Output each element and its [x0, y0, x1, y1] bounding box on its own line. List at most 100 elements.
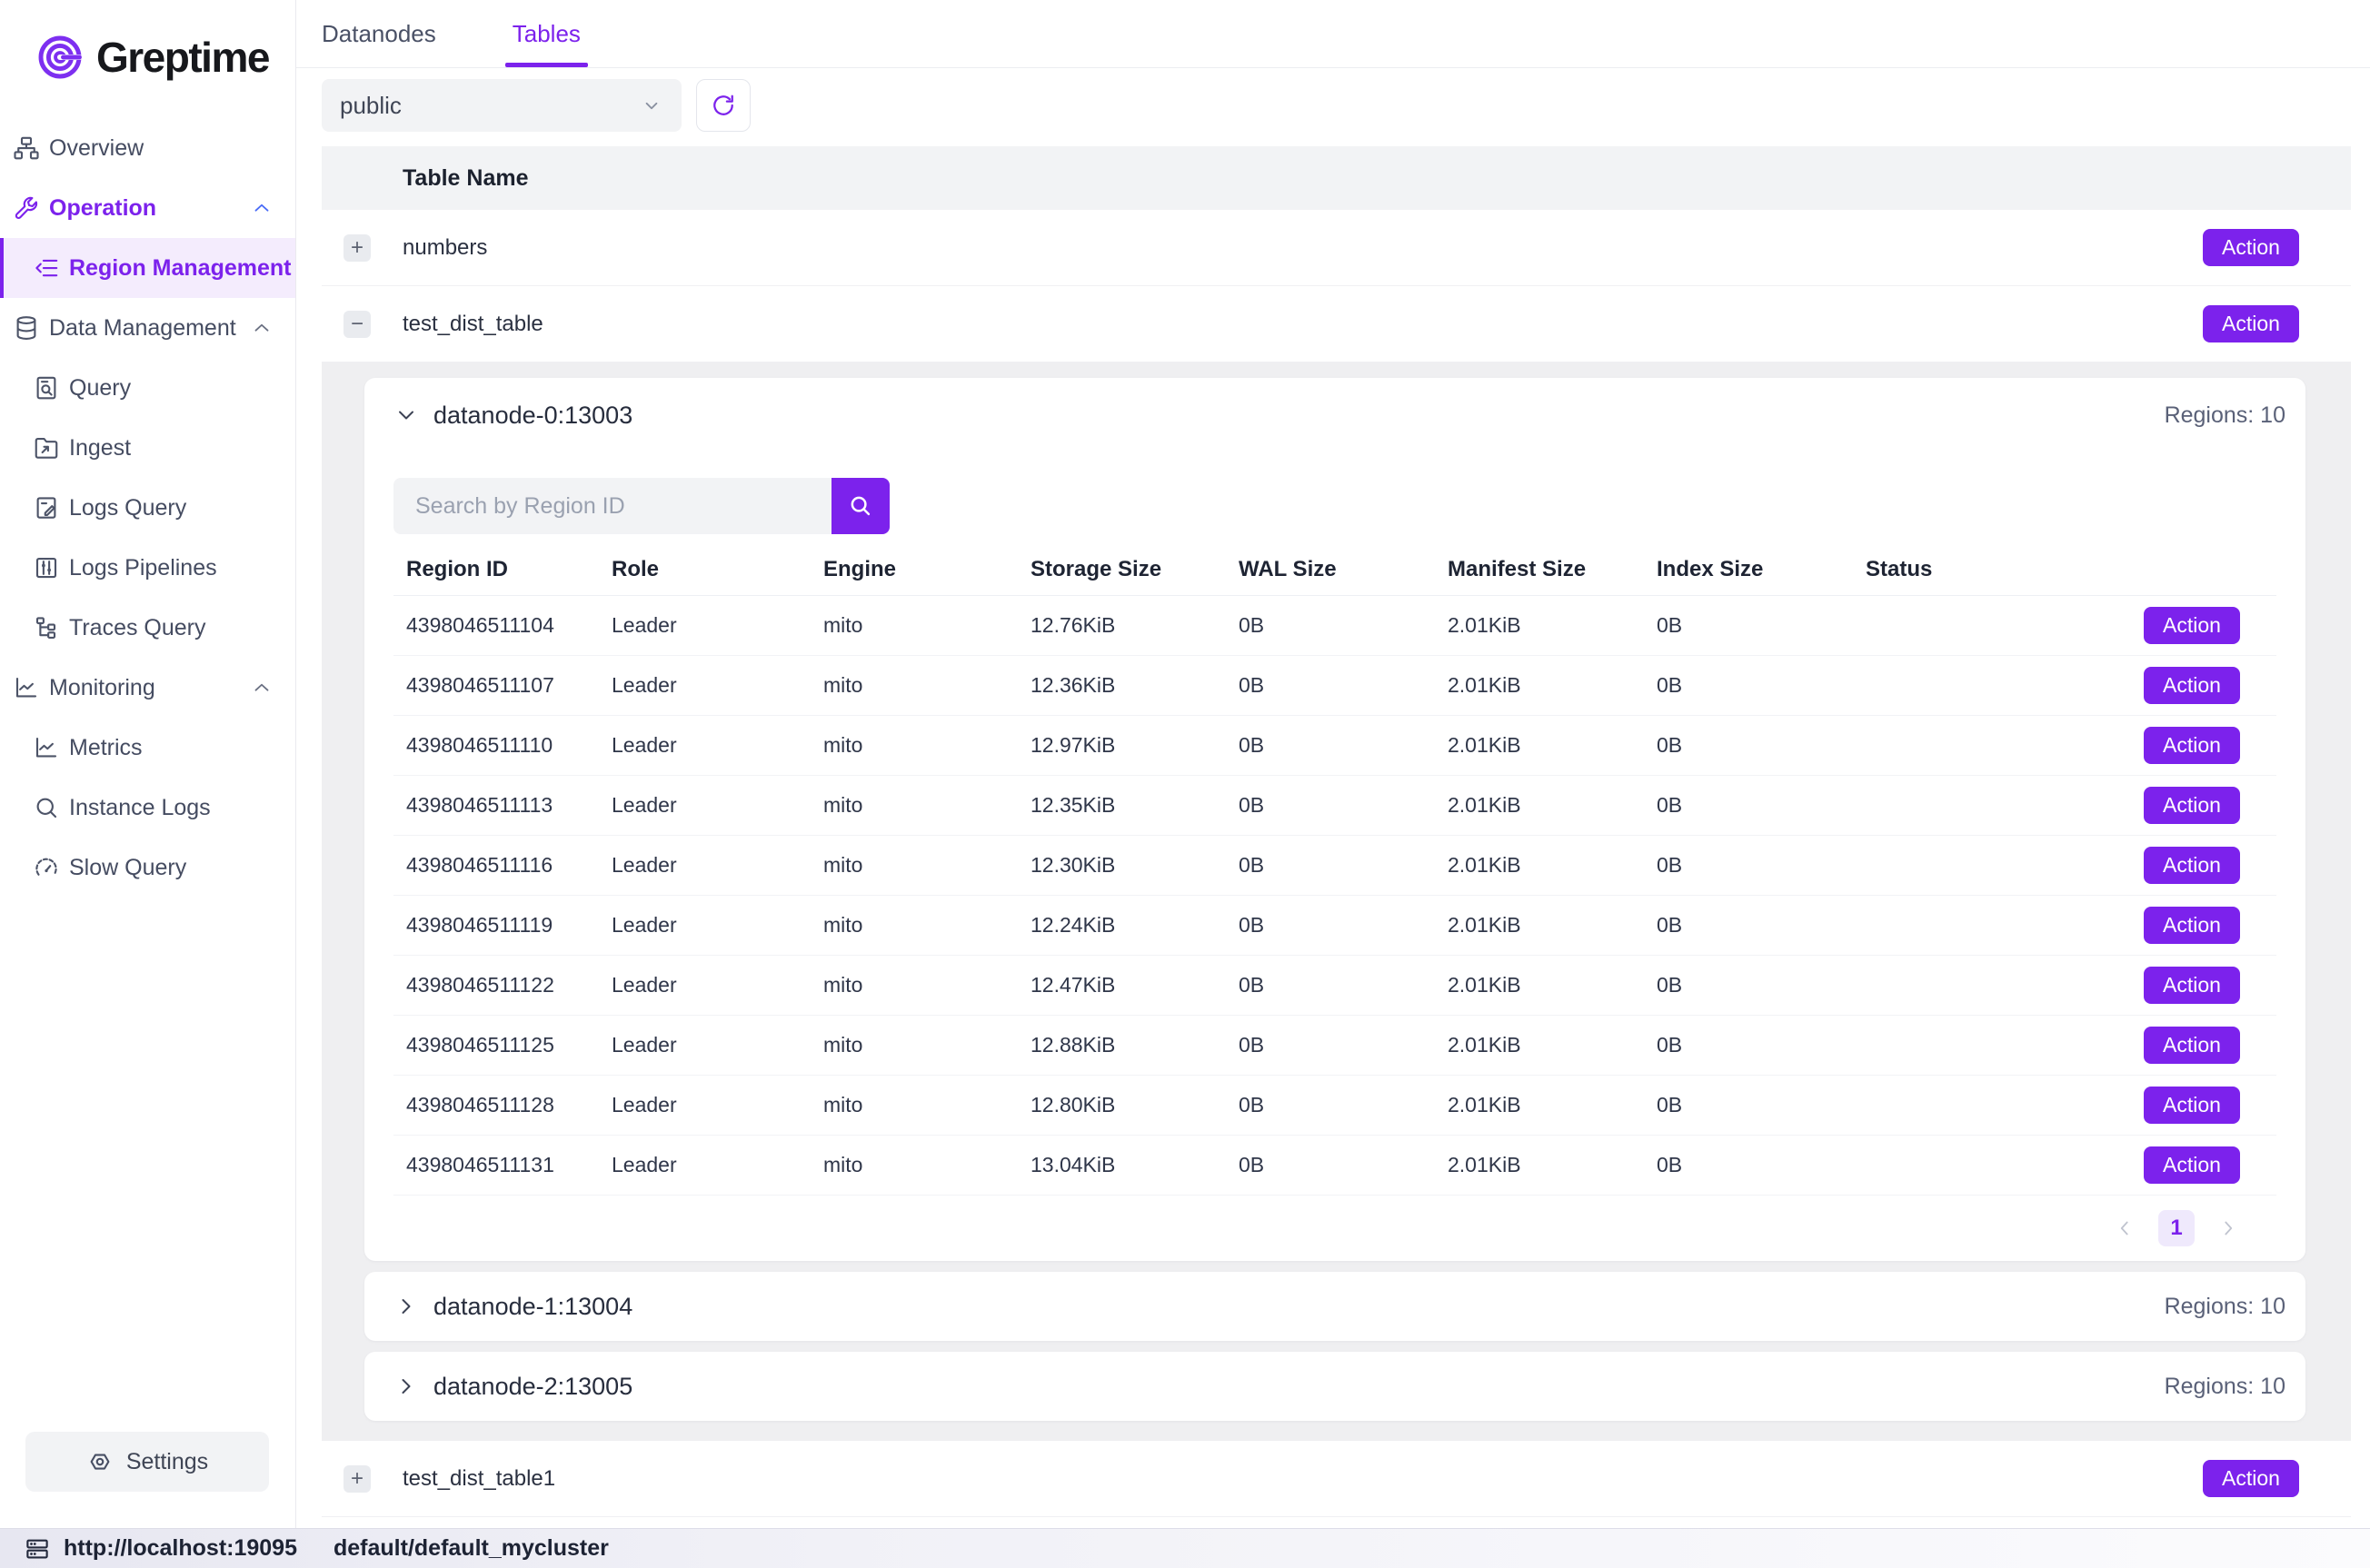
- action-button[interactable]: Action: [2203, 229, 2299, 266]
- sidebar-item-label: Operation: [49, 195, 156, 222]
- manifest-size-cell: 2.01KiB: [1448, 733, 1657, 758]
- region-action-button[interactable]: Action: [2144, 907, 2240, 944]
- manifest-size-cell: 2.01KiB: [1448, 613, 1657, 638]
- chevron-up-icon[interactable]: [250, 196, 274, 220]
- chevron-right-icon[interactable]: [393, 1374, 419, 1399]
- schema-select-value: public: [340, 92, 402, 120]
- index-size-cell: 0B: [1657, 733, 1866, 758]
- sidebar-item-slow-query[interactable]: Slow Query: [0, 838, 295, 898]
- region-action-button[interactable]: Action: [2144, 787, 2240, 824]
- region-id-cell: 4398046511122: [406, 973, 612, 997]
- region-action-button[interactable]: Action: [2144, 667, 2240, 704]
- column-header-table-name: Table Name: [403, 165, 528, 192]
- sidebar-item-query[interactable]: Query: [0, 358, 295, 418]
- datanode-1-header[interactable]: datanode-1:13004 Regions: 10: [364, 1272, 2305, 1341]
- datanode-title: datanode-0:13003: [433, 402, 632, 430]
- chevron-right-icon[interactable]: [393, 1294, 419, 1319]
- role-cell: Leader: [612, 853, 823, 878]
- column-header-engine: Engine: [823, 557, 1031, 582]
- datanode-0-header[interactable]: datanode-0:13003 Regions: 10: [364, 378, 2305, 452]
- sidebar-item-instance-logs[interactable]: Instance Logs: [0, 778, 295, 838]
- sidebar-item-region-management[interactable]: Region Management: [0, 238, 295, 298]
- prev-page-button[interactable]: [2113, 1216, 2136, 1240]
- region-action-button[interactable]: Action: [2144, 1087, 2240, 1124]
- sidebar-item-label: Metrics: [69, 735, 143, 761]
- region-action-button[interactable]: Action: [2144, 607, 2240, 644]
- refresh-icon: [709, 91, 738, 120]
- cluster-name: default/default_mycluster: [334, 1535, 609, 1562]
- datanode-title: datanode-2:13005: [433, 1373, 632, 1401]
- tab-datanodes[interactable]: Datanodes: [322, 0, 436, 67]
- tab-tables[interactable]: Tables: [513, 0, 581, 67]
- action-button[interactable]: Action: [2203, 305, 2299, 342]
- region-row: 4398046511116Leadermito12.30KiB0B2.01KiB…: [393, 836, 2276, 896]
- region-row: 4398046511104Leadermito12.76KiB0B2.01KiB…: [393, 596, 2276, 656]
- sidebar-item-label: Logs Query: [69, 495, 186, 521]
- datanode-2-header[interactable]: datanode-2:13005 Regions: 10: [364, 1352, 2305, 1421]
- sidebar-item-label: Slow Query: [69, 855, 186, 881]
- sidebar-item-overview[interactable]: Overview: [0, 118, 295, 178]
- region-row: 4398046511122Leadermito12.47KiB0B2.01KiB…: [393, 956, 2276, 1016]
- tables-list-header: Table Name: [322, 146, 2351, 210]
- sidebar-item-monitoring[interactable]: Monitoring: [0, 658, 295, 718]
- region-action-button[interactable]: Action: [2144, 847, 2240, 884]
- region-action-button[interactable]: Action: [2144, 1027, 2240, 1064]
- datanode-2-card: datanode-2:13005 Regions: 10: [364, 1352, 2305, 1421]
- role-cell: Leader: [612, 733, 823, 758]
- region-search-input[interactable]: [393, 478, 831, 534]
- column-header-storage-size: Storage Size: [1031, 557, 1239, 582]
- sidebar-item-traces-query[interactable]: Traces Query: [0, 598, 295, 658]
- region-search-button[interactable]: [831, 478, 890, 534]
- manifest-size-cell: 2.01KiB: [1448, 1033, 1657, 1057]
- region-action-button[interactable]: Action: [2144, 1146, 2240, 1184]
- greptime-logo: Greptime: [0, 0, 295, 105]
- manifest-size-cell: 2.01KiB: [1448, 673, 1657, 698]
- region-action-button[interactable]: Action: [2144, 967, 2240, 1004]
- schema-select[interactable]: public: [322, 79, 682, 132]
- expand-row-button[interactable]: +: [344, 1465, 371, 1493]
- gear-icon: [86, 1448, 114, 1475]
- region-action-button[interactable]: Action: [2144, 727, 2240, 764]
- chevron-up-icon[interactable]: [250, 316, 274, 340]
- index-size-cell: 0B: [1657, 1153, 1866, 1177]
- region-row: 4398046511128Leadermito12.80KiB0B2.01KiB…: [393, 1076, 2276, 1136]
- role-cell: Leader: [612, 793, 823, 818]
- region-row: 4398046511131Leadermito13.04KiB0B2.01KiB…: [393, 1136, 2276, 1196]
- sidebar-item-data-management[interactable]: Data Management: [0, 298, 295, 358]
- expand-row-button[interactable]: +: [344, 234, 371, 262]
- endpoint-url: http://localhost:19095: [64, 1535, 297, 1562]
- region-search: [393, 478, 2276, 534]
- column-header-index-size: Index Size: [1657, 557, 1866, 582]
- sidebar: Greptime Overview Operation Region Manag…: [0, 0, 296, 1528]
- tab-label: Tables: [513, 20, 581, 48]
- region-table-body: 4398046511104Leadermito12.76KiB0B2.01KiB…: [393, 596, 2276, 1196]
- refresh-button[interactable]: [696, 79, 751, 132]
- magnifier-icon: [33, 794, 60, 821]
- wrench-icon: [13, 194, 40, 222]
- engine-cell: mito: [823, 733, 1031, 758]
- sidebar-item-logs-pipelines[interactable]: Logs Pipelines: [0, 538, 295, 598]
- storage-size-cell: 12.88KiB: [1031, 1033, 1239, 1057]
- regions-count: Regions: 10: [2165, 1294, 2285, 1320]
- next-page-button[interactable]: [2216, 1216, 2240, 1240]
- sidebar-item-metrics[interactable]: Metrics: [0, 718, 295, 778]
- column-header-role: Role: [612, 557, 823, 582]
- region-table: Region IDRoleEngineStorage SizeWAL SizeM…: [393, 543, 2276, 1261]
- engine-cell: mito: [823, 613, 1031, 638]
- action-button[interactable]: Action: [2203, 1460, 2299, 1497]
- page-number-button[interactable]: 1: [2158, 1210, 2195, 1246]
- settings-button[interactable]: Settings: [25, 1432, 269, 1492]
- storage-size-cell: 12.47KiB: [1031, 973, 1239, 997]
- sidebar-item-ingest[interactable]: Ingest: [0, 418, 295, 478]
- manifest-size-cell: 2.01KiB: [1448, 1093, 1657, 1117]
- chevron-down-icon[interactable]: [393, 402, 419, 428]
- sidebar-item-label: Query: [69, 375, 131, 402]
- chevron-up-icon[interactable]: [250, 676, 274, 700]
- gauge-icon: [33, 854, 60, 881]
- sidebar-item-operation[interactable]: Operation: [0, 178, 295, 238]
- region-row: 4398046511125Leadermito12.88KiB0B2.01KiB…: [393, 1016, 2276, 1076]
- collapse-row-button[interactable]: −: [344, 311, 371, 338]
- sidebar-item-logs-query[interactable]: Logs Query: [0, 478, 295, 538]
- regions-count: Regions: 10: [2165, 1374, 2285, 1400]
- wal-size-cell: 0B: [1239, 1033, 1448, 1057]
